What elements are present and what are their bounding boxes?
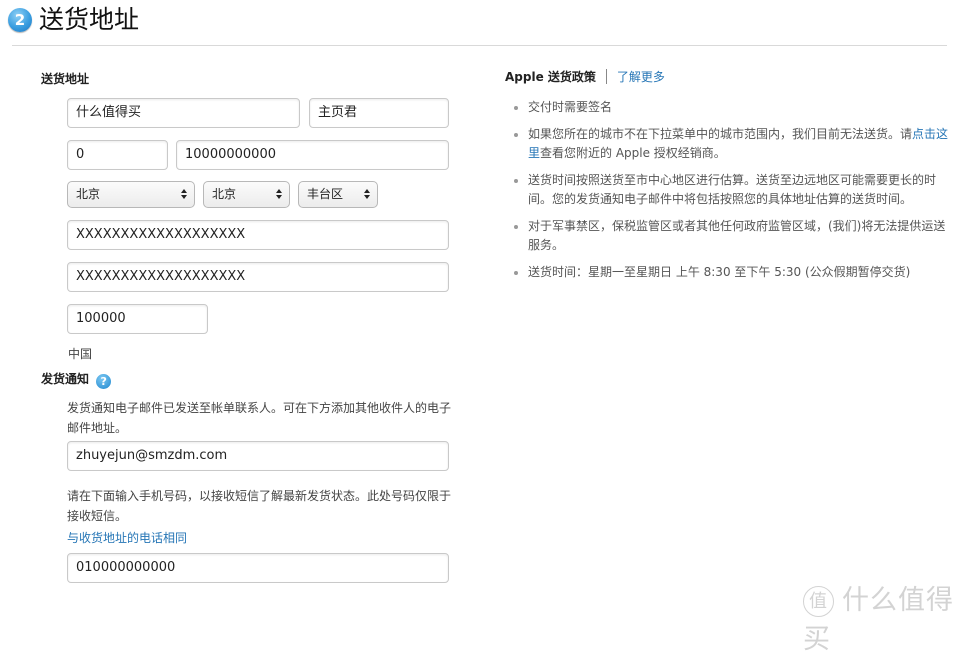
policy-item-text: 查看您附近的 Apple 授权经销商。 bbox=[540, 146, 726, 160]
sms-description: 请在下面输入手机号码，以接收短信了解最新发货状态。此处号码仅限于接收短信。 bbox=[67, 489, 452, 523]
email-input[interactable]: zhuyejun@smzdm.com bbox=[67, 441, 449, 471]
learn-more-link[interactable]: 了解更多 bbox=[617, 70, 665, 84]
select-arrows-icon bbox=[275, 187, 283, 202]
policy-item: 交付时需要签名 bbox=[510, 98, 950, 117]
district-value: 丰台区 bbox=[307, 187, 344, 201]
country-text: 中国 bbox=[68, 347, 93, 361]
select-arrows-icon bbox=[180, 187, 188, 202]
address-line1-input[interactable]: XXXXXXXXXXXXXXXXXXX bbox=[67, 220, 449, 250]
step-number-badge: 2 bbox=[8, 8, 32, 32]
separator bbox=[605, 69, 607, 84]
area-code-input[interactable]: 0 bbox=[67, 140, 168, 170]
policy-item: 送货时间：星期一至星期日 上午 8:30 至下午 5:30 (公众假期暂停交货) bbox=[510, 263, 950, 282]
policy-item: 如果您所在的城市不在下拉菜单中的城市范围内，我们目前无法送货。请点击这里查看您附… bbox=[510, 125, 950, 163]
policy-item: 对于军事禁区，保税监管区或者其他任何政府监管区域，(我们)将无法提供运送服务。 bbox=[510, 217, 950, 255]
policy-item-text: 对于军事禁区，保税监管区或者其他任何政府监管区域，(我们)将无法提供运送服务。 bbox=[528, 219, 946, 252]
policy-item-text: 如果您所在的城市不在下拉菜单中的城市范围内，我们目前无法送货。请 bbox=[528, 127, 913, 141]
policy-item-text: 交付时需要签名 bbox=[528, 100, 613, 114]
shipping-address-label: 送货地址 bbox=[41, 72, 90, 86]
city-select[interactable]: 北京 bbox=[203, 181, 290, 208]
company-input[interactable]: 什么值得买 bbox=[67, 98, 300, 128]
policy-header: Apple 送货政策 了解更多 bbox=[505, 68, 665, 86]
mobile-input[interactable]: 010000000000 bbox=[67, 553, 449, 583]
page-title: 送货地址 bbox=[39, 5, 140, 34]
phone-input[interactable]: 10000000000 bbox=[176, 140, 449, 170]
province-value: 北京 bbox=[76, 187, 101, 201]
policy-item: 送货时间按照送货至市中心地区进行估算。送货至边远地区可能需要更长的时间。您的发货… bbox=[510, 171, 950, 209]
policy-list: 交付时需要签名 如果您所在的城市不在下拉菜单中的城市范围内，我们目前无法送货。请… bbox=[510, 98, 950, 290]
email-description: 发货通知电子邮件已发送至帐单联系人。可在下方添加其他收件人的电子邮件地址。 bbox=[67, 401, 452, 435]
province-select[interactable]: 北京 bbox=[67, 181, 195, 208]
header-divider bbox=[12, 45, 947, 46]
city-value: 北京 bbox=[212, 187, 237, 201]
same-as-shipping-phone-link[interactable]: 与收货地址的电话相同 bbox=[67, 528, 187, 548]
shipping-notification-label: 发货通知 bbox=[41, 372, 90, 386]
policy-item-text: 送货时间按照送货至市中心地区进行估算。送货至边远地区可能需要更长的时间。您的发货… bbox=[528, 173, 937, 206]
help-icon[interactable]: ? bbox=[96, 374, 112, 389]
name-input[interactable]: 主页君 bbox=[309, 98, 449, 128]
postal-code-input[interactable]: 100000 bbox=[67, 304, 208, 334]
policy-item-text: 送货时间：星期一至星期日 上午 8:30 至下午 5:30 (公众假期暂停交货) bbox=[528, 265, 911, 279]
policy-title: Apple 送货政策 bbox=[505, 70, 596, 84]
shipping-notification-section: 发货通知 ? bbox=[41, 370, 112, 389]
select-arrows-icon bbox=[363, 187, 371, 202]
watermark: 值什么值得买 bbox=[803, 578, 969, 656]
address-line2-input[interactable]: XXXXXXXXXXXXXXXXXXX bbox=[67, 262, 449, 292]
district-select[interactable]: 丰台区 bbox=[298, 181, 378, 208]
watermark-logo-icon: 值 bbox=[803, 586, 834, 617]
